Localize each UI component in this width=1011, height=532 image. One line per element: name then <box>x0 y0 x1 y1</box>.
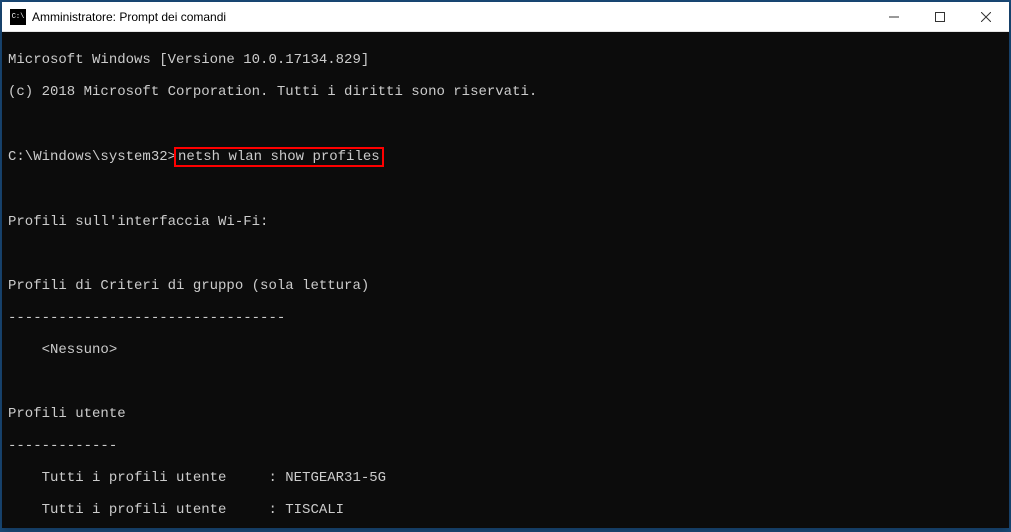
command-highlight: netsh wlan show profiles <box>174 147 384 167</box>
section-group-header: Profili di Criteri di gruppo (sola lettu… <box>8 278 1003 294</box>
titlebar: Amministratore: Prompt dei comandi <box>2 2 1009 32</box>
dashes: ------------- <box>8 438 1003 454</box>
profile-label: Tutti i profili utente : <box>8 470 285 486</box>
close-button[interactable] <box>963 2 1009 31</box>
group-none: <Nessuno> <box>8 342 1003 358</box>
blank-line <box>8 246 1003 262</box>
banner-line: Microsoft Windows [Versione 10.0.17134.8… <box>8 52 1003 68</box>
minimize-button[interactable] <box>871 2 917 31</box>
section-interface-header: Profili sull'interfaccia Wi-Fi: <box>8 214 1003 230</box>
profile-name: TISCALI <box>285 502 344 518</box>
prompt-line-1: C:\Windows\system32>netsh wlan show prof… <box>8 148 1003 166</box>
copyright-line: (c) 2018 Microsoft Corporation. Tutti i … <box>8 84 1003 100</box>
blank-line <box>8 374 1003 390</box>
terminal-area[interactable]: Microsoft Windows [Versione 10.0.17134.8… <box>2 32 1009 528</box>
window-title: Amministratore: Prompt dei comandi <box>32 10 871 24</box>
cmd-window: Amministratore: Prompt dei comandi Micro… <box>2 2 1009 528</box>
maximize-button[interactable] <box>917 2 963 31</box>
window-controls <box>871 2 1009 31</box>
profile-row: Tutti i profili utente : TISCALI <box>8 502 1003 518</box>
blank-line <box>8 182 1003 198</box>
prompt-path: C:\Windows\system32> <box>8 149 176 165</box>
section-user-header: Profili utente <box>8 406 1003 422</box>
profile-label: Tutti i profili utente : <box>8 502 285 518</box>
dashes: --------------------------------- <box>8 310 1003 326</box>
cmd-icon <box>10 9 26 25</box>
blank-line <box>8 116 1003 132</box>
profile-name: NETGEAR31-5G <box>285 470 386 486</box>
profile-row: Tutti i profili utente : NETGEAR31-5G <box>8 470 1003 486</box>
command-text: netsh wlan show profiles <box>178 149 380 165</box>
